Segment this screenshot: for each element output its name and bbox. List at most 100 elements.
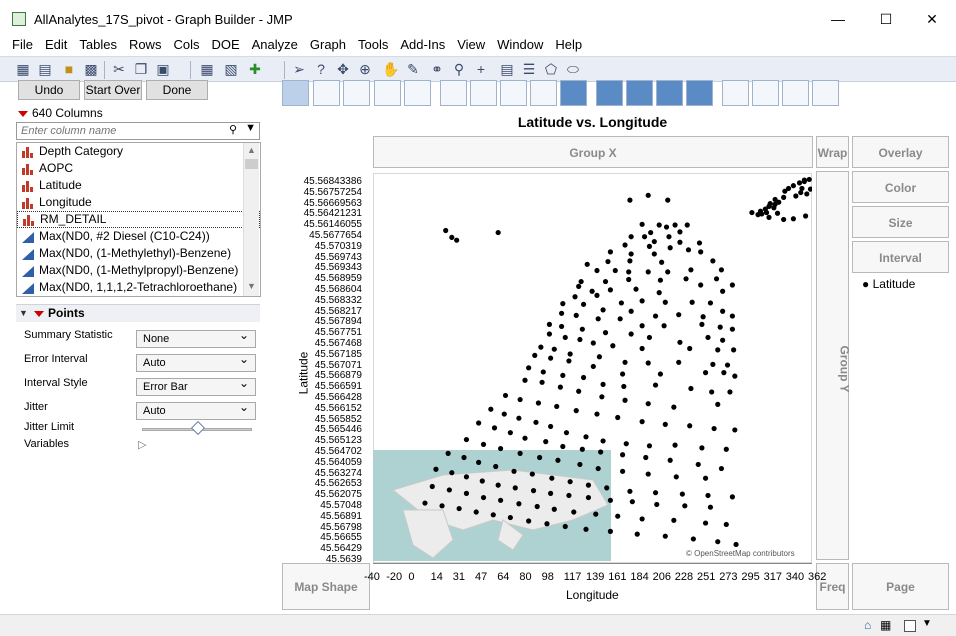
magnifier-icon[interactable]: ⚲	[450, 60, 468, 78]
data-point[interactable]	[449, 470, 455, 476]
home-icon[interactable]: ⌂	[864, 618, 871, 632]
data-point[interactable]	[600, 381, 606, 387]
data-point[interactable]	[648, 229, 654, 236]
data-point[interactable]	[790, 183, 796, 189]
data-point[interactable]	[672, 442, 678, 448]
data-point[interactable]	[535, 400, 542, 406]
help-tool-icon[interactable]: ?	[312, 60, 330, 78]
add-icon[interactable]: ✚	[246, 60, 264, 78]
data-point[interactable]	[639, 345, 645, 352]
data-point[interactable]	[729, 313, 735, 319]
data-point[interactable]	[549, 475, 555, 481]
data-point[interactable]	[677, 239, 683, 245]
data-point[interactable]	[633, 286, 639, 292]
data-point[interactable]	[573, 408, 579, 414]
data-point[interactable]	[599, 394, 605, 400]
data-point[interactable]	[493, 463, 499, 470]
data-point[interactable]	[702, 520, 709, 526]
maximize-button[interactable]: ☐	[864, 6, 908, 32]
data-point[interactable]	[804, 191, 810, 197]
data-point[interactable]	[476, 459, 482, 465]
data-point[interactable]	[695, 461, 701, 468]
scroll-down-icon[interactable]: ▼	[247, 281, 256, 291]
data-point[interactable]	[651, 238, 657, 245]
data-point[interactable]	[439, 503, 445, 509]
group-y-zone[interactable]: Group Y	[816, 171, 852, 560]
data-point[interactable]	[454, 237, 460, 243]
data-point[interactable]	[723, 446, 729, 452]
data-point[interactable]	[628, 331, 634, 337]
error-interval-select[interactable]: Auto	[136, 351, 256, 372]
data-point[interactable]	[600, 438, 606, 444]
data-point[interactable]	[583, 526, 589, 532]
data-point[interactable]	[684, 222, 690, 228]
data-point[interactable]	[463, 474, 470, 480]
data-point[interactable]	[733, 541, 739, 548]
data-point[interactable]	[612, 267, 618, 274]
grabber-hand-icon[interactable]: ✋	[382, 60, 400, 78]
data-point[interactable]	[579, 446, 585, 452]
data-point[interactable]	[557, 384, 563, 390]
data-point[interactable]	[463, 490, 470, 496]
data-point[interactable]	[803, 213, 809, 219]
histogram-element-icon[interactable]	[560, 80, 587, 106]
data-point[interactable]	[559, 310, 565, 316]
data-point[interactable]	[422, 500, 428, 506]
data-point[interactable]	[604, 485, 610, 491]
data-point[interactable]	[532, 352, 538, 358]
data-point[interactable]	[583, 434, 589, 440]
data-point[interactable]	[665, 269, 671, 275]
data-point[interactable]	[720, 308, 726, 314]
data-point[interactable]	[657, 277, 664, 283]
data-point[interactable]	[590, 340, 596, 346]
data-point[interactable]	[774, 210, 781, 216]
data-point[interactable]	[676, 312, 682, 318]
data-point[interactable]	[729, 326, 735, 332]
data-point[interactable]	[585, 494, 592, 501]
data-point[interactable]	[662, 299, 668, 305]
data-point[interactable]	[798, 189, 804, 196]
menu-rows[interactable]: Rows	[117, 36, 162, 56]
jitter-select[interactable]: Auto	[136, 399, 256, 420]
scatter-points[interactable]	[373, 173, 812, 563]
parallel-element-icon[interactable]	[812, 80, 839, 106]
data-point[interactable]	[639, 516, 645, 522]
data-point[interactable]	[546, 331, 552, 337]
data-point[interactable]	[522, 435, 528, 441]
data-point[interactable]	[479, 478, 485, 484]
data-point[interactable]	[456, 505, 462, 512]
data-point[interactable]	[622, 359, 628, 365]
scroll-up-icon[interactable]: ▲	[247, 145, 256, 155]
collapse-icon[interactable]: ▼	[19, 305, 28, 322]
data-point[interactable]	[578, 278, 584, 285]
data-point[interactable]	[659, 259, 665, 265]
data-point[interactable]	[807, 186, 812, 192]
window-list-icon[interactable]	[904, 620, 916, 632]
data-point[interactable]	[498, 497, 504, 503]
summary-statistic-select[interactable]: None	[136, 327, 256, 348]
data-point[interactable]	[560, 301, 566, 307]
column-list-scrollbar[interactable]: ▲ ▼	[243, 143, 259, 296]
data-point[interactable]	[548, 490, 554, 496]
data-point[interactable]	[577, 336, 583, 343]
data-point[interactable]	[526, 518, 532, 524]
column-search-field[interactable]: ⚲ ▼	[16, 122, 260, 140]
data-point[interactable]	[663, 224, 670, 230]
data-point[interactable]	[688, 385, 694, 392]
data-point[interactable]	[699, 445, 705, 451]
data-point[interactable]	[645, 269, 651, 275]
data-point[interactable]	[580, 301, 587, 307]
data-point[interactable]	[710, 361, 716, 367]
data-point[interactable]	[711, 425, 717, 432]
data-point[interactable]	[673, 474, 679, 480]
data-point[interactable]	[793, 193, 799, 199]
data-point[interactable]	[683, 276, 689, 282]
data-point[interactable]	[687, 423, 693, 429]
data-point[interactable]	[687, 345, 693, 352]
data-point[interactable]	[607, 528, 613, 534]
menu-file[interactable]: File	[0, 36, 33, 56]
menu-cols[interactable]: Cols	[161, 36, 199, 56]
data-point[interactable]	[529, 471, 535, 477]
data-point[interactable]	[610, 343, 616, 349]
data-point[interactable]	[671, 404, 677, 410]
